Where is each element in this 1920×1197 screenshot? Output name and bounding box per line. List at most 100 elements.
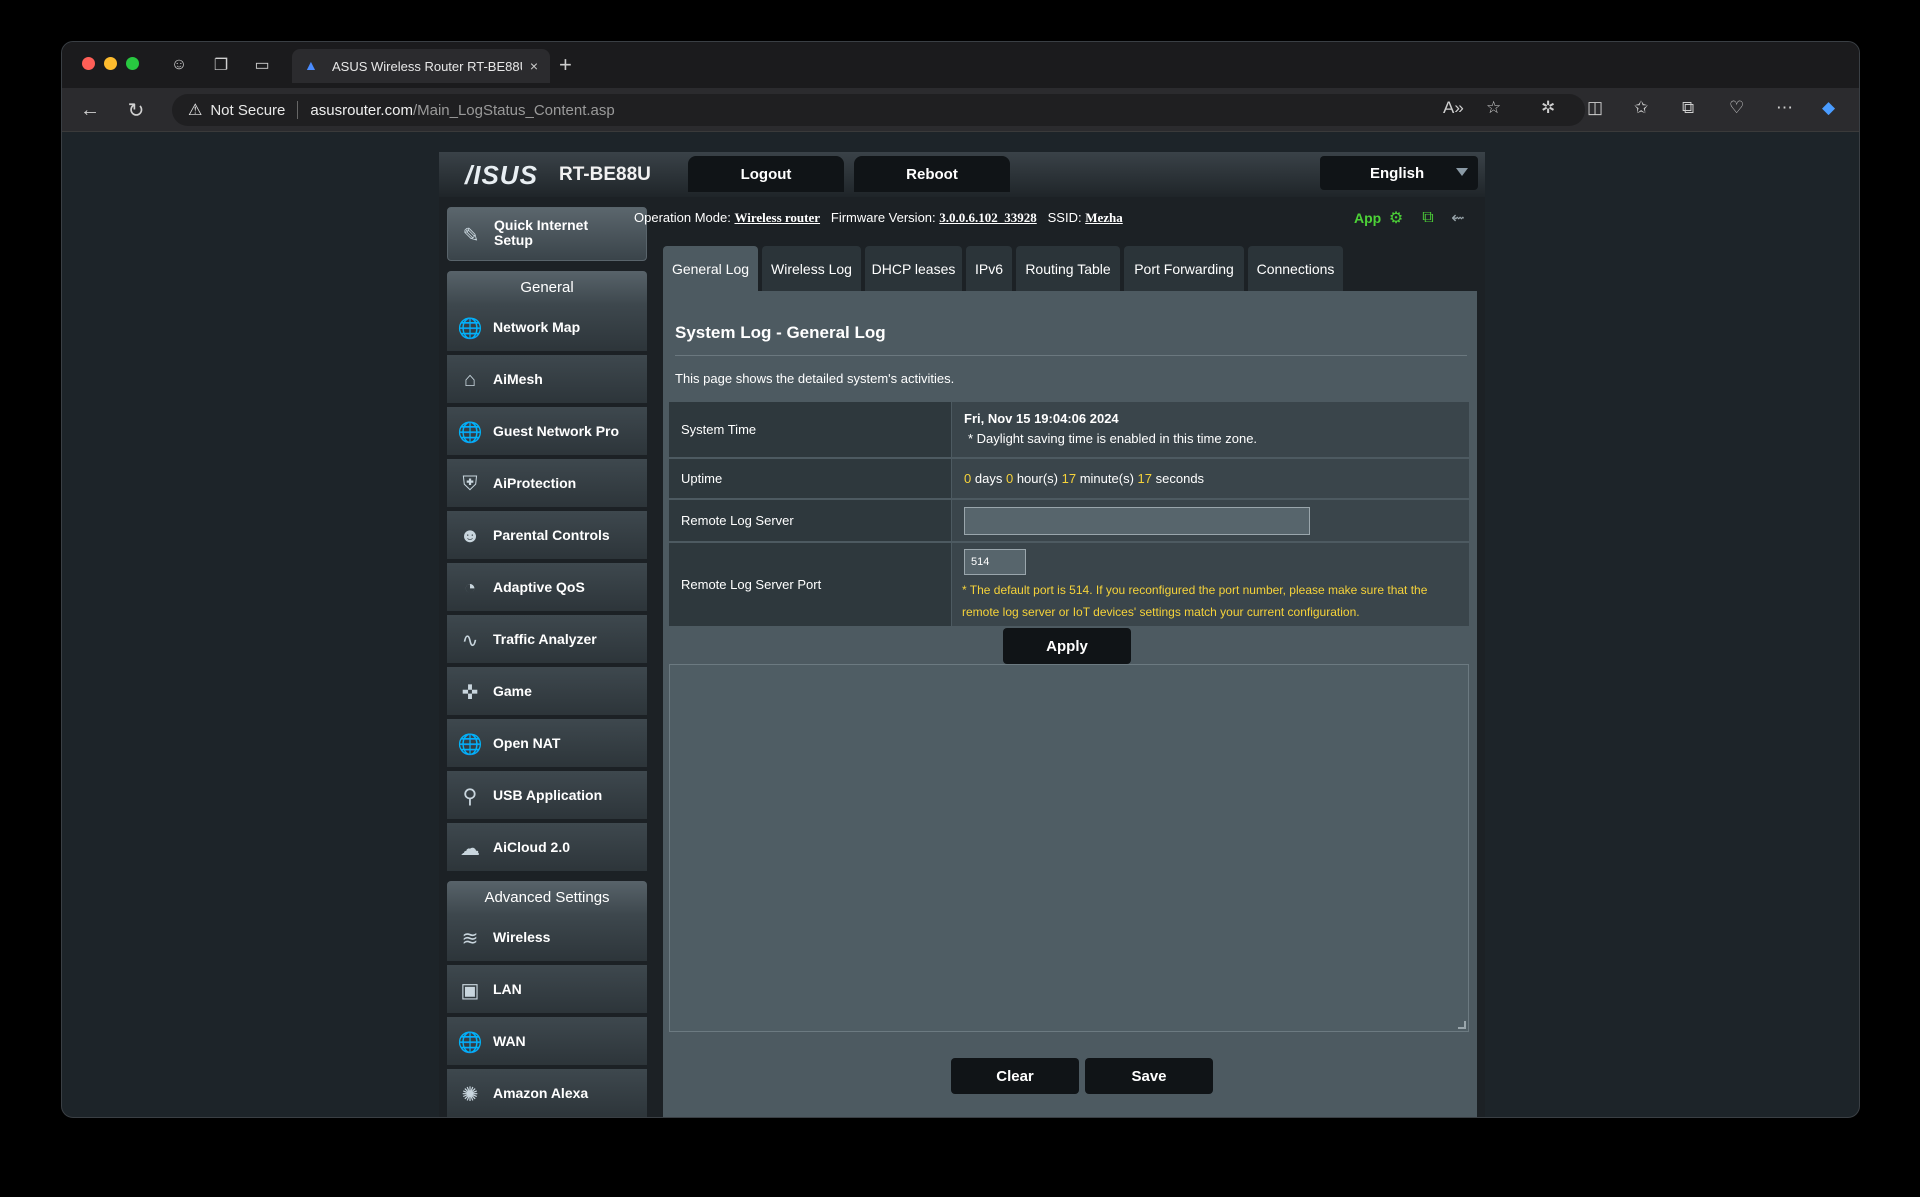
wifi-icon: ≋: [461, 927, 479, 950]
sidebar-item-label: WAN: [493, 1033, 526, 1049]
sidebar-item[interactable]: ≋ Wireless: [447, 913, 647, 963]
wizard-icon: ✎: [462, 224, 480, 247]
sidebar-item-label: Guest Network Pro: [493, 423, 620, 439]
remote-log-server-cell: [952, 500, 1469, 541]
maximize-window-button[interactable]: [126, 57, 139, 70]
sidebar-item-label: USB Application: [493, 787, 603, 803]
sidebar-item-label: AiMesh: [493, 371, 543, 387]
chevron-down-icon: [1456, 168, 1468, 176]
clear-button[interactable]: Clear: [951, 1058, 1079, 1094]
tab-general-log[interactable]: General Log: [663, 246, 758, 291]
favorites-icon[interactable]: ✩: [1634, 98, 1648, 118]
minimize-window-button[interactable]: [104, 57, 117, 70]
sidebar-item[interactable]: ⌂ AiMesh: [447, 355, 647, 405]
extensions-icon[interactable]: ✲: [1541, 98, 1555, 118]
sidebar-item[interactable]: ☻ Parental Controls: [447, 511, 647, 561]
not-secure-label[interactable]: Not Secure: [210, 102, 285, 119]
url-bar[interactable]: ⚠ Not Secure asusrouter.com /Main_LogSta…: [172, 94, 1585, 126]
close-window-button[interactable]: [82, 57, 95, 70]
address-toolbar: ← ↻ ⚠ Not Secure asusrouter.com /Main_Lo…: [62, 88, 1859, 132]
browser-essentials-icon[interactable]: ♡: [1729, 98, 1744, 118]
profile-icon[interactable]: ☺: [166, 52, 192, 78]
uptime-minutes-unit: minute(s): [1079, 471, 1134, 486]
tab-routing-table[interactable]: Routing Table: [1016, 246, 1120, 291]
system-time-value: Fri, Nov 15 19:04:06 2024: [964, 411, 1119, 426]
browser-tab-active[interactable]: ▲ ASUS Wireless Router RT-BE88U ×: [292, 49, 550, 83]
reboot-button[interactable]: Reboot: [854, 156, 1010, 192]
table-row-remote-log-port: Remote Log Server Port 514 * The default…: [669, 543, 1469, 627]
sidebar-item-label: AiCloud 2.0: [493, 839, 571, 855]
close-tab-icon[interactable]: ×: [530, 58, 538, 74]
sidebar-item[interactable]: ✜ Game: [447, 667, 647, 717]
reload-icon[interactable]: ↻: [122, 96, 150, 124]
split-screen-icon[interactable]: ◫: [1587, 98, 1603, 118]
more-menu-icon[interactable]: ⋯: [1776, 98, 1793, 118]
resize-handle-icon[interactable]: [1458, 1021, 1466, 1029]
new-tab-button[interactable]: +: [559, 52, 572, 78]
favorite-star-icon[interactable]: ☆: [1486, 98, 1501, 118]
tab-ipv6[interactable]: IPv6: [966, 246, 1012, 291]
operation-mode-link[interactable]: Wireless router: [734, 210, 820, 225]
sidebar-item[interactable]: 🌐 Network Map: [447, 303, 647, 353]
tab-dhcp-leases[interactable]: DHCP leases: [865, 246, 962, 291]
page-description: This page shows the detailed system's ac…: [675, 371, 955, 386]
sidebar-item[interactable]: ✺ Amazon Alexa: [447, 1069, 647, 1117]
log-textarea[interactable]: [669, 664, 1469, 1032]
workspaces-icon[interactable]: ❐: [208, 52, 234, 78]
sidebar-item[interactable]: 🌐 Guest Network Pro: [447, 407, 647, 457]
uptime-days: 0: [964, 471, 972, 486]
status-line: Operation Mode: Wireless router Firmware…: [634, 210, 1474, 232]
sidebar-item[interactable]: ▣ LAN: [447, 965, 647, 1015]
usb-status-icon[interactable]: ⇜: [1447, 207, 1469, 229]
sidebar-item[interactable]: ☁ AiCloud 2.0: [447, 823, 647, 873]
remote-log-port-cell: 514 * The default port is 514. If you re…: [952, 543, 1469, 626]
sidebar-item[interactable]: 🌐 WAN: [447, 1017, 647, 1067]
tab-bar: ☺ ❐ ▭ ▲ ASUS Wireless Router RT-BE88U × …: [62, 42, 1859, 88]
save-button[interactable]: Save: [1085, 1058, 1213, 1094]
sidebar-item[interactable]: ⛨ AiProtection: [447, 459, 647, 509]
clients-status-icon[interactable]: ⧉: [1417, 207, 1439, 229]
url-divider: [297, 101, 299, 119]
url-path: /Main_LogStatus_Content.asp: [412, 101, 615, 119]
tab-port-forwarding[interactable]: Port Forwarding: [1124, 246, 1244, 291]
uptime-hours: 0: [1005, 471, 1014, 486]
tab-wireless-log[interactable]: Wireless Log: [762, 246, 861, 291]
firmware-link[interactable]: 3.0.0.6.102_33928: [939, 210, 1037, 225]
asus-favicon-icon: ▲: [304, 57, 318, 73]
mesh-icon: ⌂: [463, 368, 477, 391]
system-time-cell: Fri, Nov 15 19:04:06 2024 * Daylight sav…: [952, 402, 1469, 457]
quick-setup-label: Quick Internet Setup: [494, 217, 589, 248]
remote-log-server-input[interactable]: [964, 507, 1310, 535]
pulse-icon: ∿: [461, 629, 479, 652]
tab-connections[interactable]: Connections: [1248, 246, 1343, 291]
copilot-icon[interactable]: ◆: [1822, 98, 1835, 118]
app-link[interactable]: App: [1354, 210, 1381, 226]
read-aloud-icon[interactable]: A»: [1443, 98, 1464, 118]
internet-status-gear-icon[interactable]: ⚙: [1385, 207, 1407, 229]
advanced-section-header: Advanced Settings: [447, 881, 647, 913]
uptime-seconds: 17: [1137, 471, 1152, 486]
sidebar-item[interactable]: 🌐 Open NAT: [447, 719, 647, 769]
uptime-minutes: 17: [1061, 471, 1077, 486]
sidebar-item[interactable]: ∿ Traffic Analyzer: [447, 615, 647, 665]
router-banner: /ISUS RT-BE88U Logout Reboot English: [439, 152, 1485, 197]
cloud-icon: ☁: [460, 837, 480, 860]
tab-actions-icon[interactable]: ▭: [249, 52, 275, 78]
quick-internet-setup-button[interactable]: ✎ Quick Internet Setup: [447, 207, 647, 261]
language-value: English: [1370, 164, 1425, 182]
gamepad-icon: ✜: [461, 681, 479, 704]
shield-icon: ⛨: [462, 472, 478, 495]
sidebar-item-label: Amazon Alexa: [493, 1085, 589, 1101]
ssid-link[interactable]: Mezha: [1085, 210, 1123, 225]
uptime-hours-unit: hour(s): [1016, 471, 1058, 486]
back-arrow-icon[interactable]: ←: [76, 96, 104, 124]
logout-button[interactable]: Logout: [688, 156, 844, 192]
sidebar-item[interactable]: ⚲ USB Application: [447, 771, 647, 821]
remote-log-port-input[interactable]: 514: [964, 549, 1026, 575]
apply-button[interactable]: Apply: [1003, 628, 1131, 664]
sidebar-item[interactable]: ◔ Adaptive QoS: [447, 563, 647, 613]
usb-icon: ⚲: [462, 785, 478, 808]
uptime-value: 0 days 0 hour(s) 17 minute(s) 17 seconds: [952, 459, 1469, 498]
language-select[interactable]: English: [1320, 156, 1478, 190]
collections-icon[interactable]: ⧉: [1682, 98, 1694, 118]
